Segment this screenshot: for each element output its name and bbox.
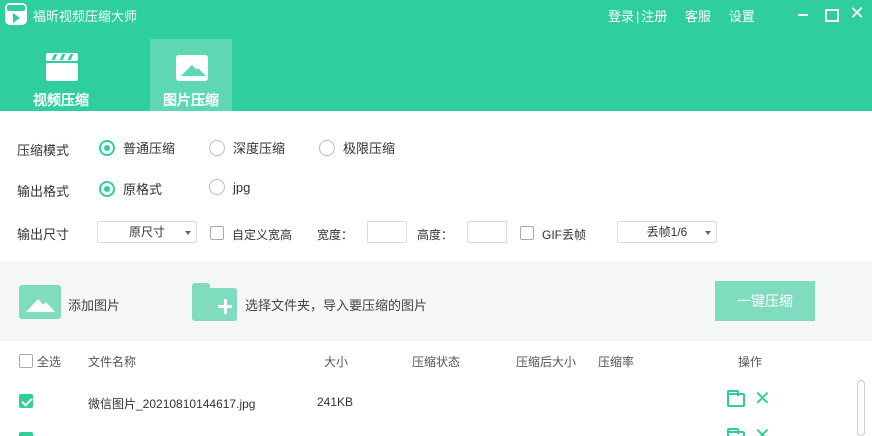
tab-label: 视频压缩 (33, 92, 89, 108)
radio-normal-compress[interactable]: 普通压缩 (99, 138, 175, 157)
radio-jpg-format[interactable]: jpg (209, 179, 250, 195)
minimize-icon[interactable] (795, 6, 811, 22)
row-checkbox[interactable] (19, 394, 33, 408)
custom-size-checkbox[interactable] (210, 226, 224, 240)
top-links: 登录 | 注册 客服 设置 (608, 6, 755, 25)
delete-icon[interactable]: ✕ (754, 426, 771, 436)
radio-circle (209, 139, 225, 156)
radio-original-format[interactable]: 原格式 (99, 179, 162, 198)
select-all-checkbox[interactable] (19, 354, 33, 368)
app-logo-icon (5, 3, 27, 25)
chevron-down-icon (185, 231, 191, 235)
radio-label: 原格式 (123, 182, 163, 197)
tab-video-compress[interactable]: 视频压缩 (20, 39, 102, 111)
list-scrollbar[interactable] (857, 380, 865, 436)
open-folder-icon[interactable] (727, 390, 745, 407)
tab-label: 图片压缩 (163, 92, 219, 108)
tab-image-compress[interactable]: 图片压缩 (150, 39, 232, 111)
radio-label: 深度压缩 (233, 141, 286, 156)
gif-frame-select-value: 丢帧1/6 (646, 225, 688, 239)
column-header-size: 大小 (324, 355, 349, 369)
size-label: 输出尺寸 (17, 227, 70, 242)
size-select-value: 原尺寸 (128, 225, 165, 239)
column-header-ratio: 压缩率 (598, 355, 635, 369)
settings-link[interactable]: 设置 (729, 6, 755, 25)
size-select[interactable]: 原尺寸 (97, 221, 197, 243)
add-folder-button[interactable]: 选择文件夹，导入要压缩的图片 (245, 295, 427, 314)
maximize-icon[interactable] (822, 6, 839, 22)
delete-icon[interactable]: ✕ (754, 389, 771, 409)
radio-label: 极限压缩 (343, 141, 396, 156)
gif-drop-frame-label: GIF丢帧 (542, 228, 586, 242)
column-header-name: 文件名称 (88, 355, 137, 369)
radio-deep-compress[interactable]: 深度压缩 (209, 138, 285, 157)
radio-label: 普通压缩 (123, 141, 176, 156)
login-link[interactable]: 登录 (608, 6, 634, 25)
mode-label: 压缩模式 (17, 143, 70, 158)
radio-circle (209, 179, 225, 195)
height-label: 高度： (417, 228, 454, 242)
radio-extreme-compress[interactable]: 极限压缩 (319, 138, 395, 157)
app-header: 福昕视频压缩大师 登录 | 注册 客服 设置 ✕ 视频压缩 图片压缩 (0, 0, 872, 111)
width-label: 宽度： (317, 228, 354, 242)
clapperboard-icon (46, 53, 78, 81)
add-folder-icon[interactable] (192, 283, 237, 321)
title-bar: 福昕视频压缩大师 登录 | 注册 客服 设置 ✕ (0, 0, 872, 28)
column-header-compressed-size: 压缩后大小 (516, 355, 577, 369)
image-icon (176, 53, 208, 81)
column-header-actions: 操作 (738, 355, 763, 369)
height-input[interactable] (467, 221, 507, 243)
row-file-name: 微信图片_20210810144617.jpg (88, 397, 256, 411)
column-header-status: 压缩状态 (412, 355, 461, 369)
custom-size-label: 自定义宽高 (232, 228, 293, 242)
select-all-label: 全选 (37, 355, 62, 369)
add-image-button[interactable]: 添加图片 (68, 295, 120, 314)
row-file-size: 241KB (317, 395, 354, 409)
add-image-icon[interactable] (19, 285, 61, 319)
format-label: 输出格式 (17, 184, 70, 199)
radio-circle (99, 180, 115, 197)
width-input[interactable] (367, 221, 407, 243)
radio-circle (319, 139, 335, 156)
service-link[interactable]: 客服 (685, 6, 711, 25)
gif-frame-select[interactable]: 丢帧1/6 (617, 221, 717, 243)
chevron-down-icon (705, 231, 711, 235)
register-link[interactable]: 注册 (641, 6, 667, 25)
close-icon[interactable]: ✕ (849, 4, 865, 22)
gif-drop-frame-checkbox[interactable] (520, 226, 534, 240)
row-checkbox[interactable] (19, 432, 33, 436)
compress-all-button[interactable]: 一键压缩 (715, 281, 815, 321)
radio-label: jpg (233, 179, 251, 195)
app-title: 福昕视频压缩大师 (33, 9, 138, 24)
radio-circle (99, 139, 115, 156)
file-toolbar: 添加图片 选择文件夹，导入要压缩的图片 一键压缩 (0, 261, 872, 341)
open-folder-icon[interactable] (727, 428, 745, 436)
link-separator: | (636, 9, 640, 24)
